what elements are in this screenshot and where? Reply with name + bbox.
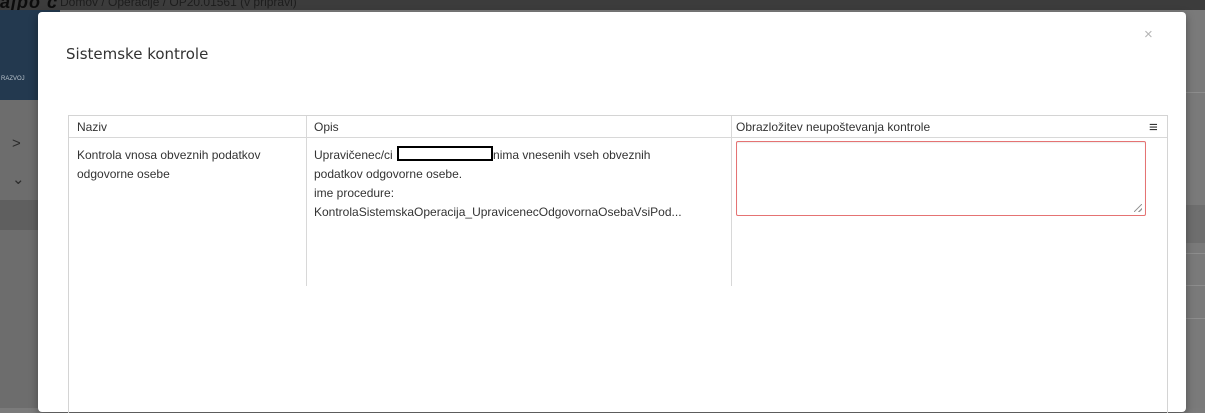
column-separator — [731, 116, 732, 286]
sidebar-nav: > ⌄ — [0, 100, 38, 408]
column-separator — [306, 116, 307, 286]
chevron-right-icon[interactable]: > — [12, 136, 21, 151]
app-content-edge — [1186, 10, 1205, 408]
cell-opis-line: Upravičenec/ci nima vnesenih vseh obvezn… — [314, 146, 682, 165]
cell-opis-line: ime procedure: — [314, 186, 395, 200]
column-header-naziv[interactable]: Naziv — [77, 120, 107, 134]
obrazlozitev-textarea[interactable] — [736, 141, 1146, 216]
column-header-opis[interactable]: Opis — [314, 120, 339, 134]
resize-handle-icon[interactable] — [1134, 204, 1142, 212]
cell-naziv-line: Kontrola vnosa obveznih podatkov — [77, 148, 261, 162]
modal-title: Sistemske kontrole — [66, 45, 209, 63]
column-header-obrazlozitev[interactable]: Obrazložitev neupoštevanja kontrole — [736, 120, 930, 134]
header-separator — [69, 137, 1167, 138]
opis-suffix: nima vnesenih vseh obveznih — [493, 148, 651, 162]
controls-grid: Naziv Opis Obrazložitev neupoštevanja ko… — [68, 115, 1168, 413]
cell-naziv-line: odgovorne osebe — [77, 167, 170, 181]
redaction-box — [397, 146, 494, 161]
opis-prefix: Upravičenec/ci — [314, 148, 393, 162]
chevron-down-icon[interactable]: ⌄ — [12, 172, 25, 187]
app-topbar: ajpo c Domov / Operacije / OP20.01561 (v… — [0, 0, 1205, 12]
cell-opis-line: podatkov odgovorne osebe. — [314, 167, 463, 181]
cell-opis-line: KontrolaSistemskaOperacija_UpravicenecOd… — [314, 205, 682, 219]
hamburger-menu-icon[interactable]: ≡ — [1149, 120, 1158, 135]
breadcrumb: Domov / Operacije / OP20.01561 (v pripra… — [60, 0, 297, 9]
logo-text: RAZVOJ — [1, 76, 25, 82]
cell-naziv: Kontrola vnosa obveznih podatkov odgovor… — [77, 146, 260, 184]
close-icon[interactable]: × — [1144, 27, 1153, 42]
system-controls-modal: Sistemske kontrole × Naziv Opis Obrazlož… — [38, 12, 1186, 413]
cell-opis: Upravičenec/ci nima vnesenih vseh obvezn… — [314, 146, 682, 222]
